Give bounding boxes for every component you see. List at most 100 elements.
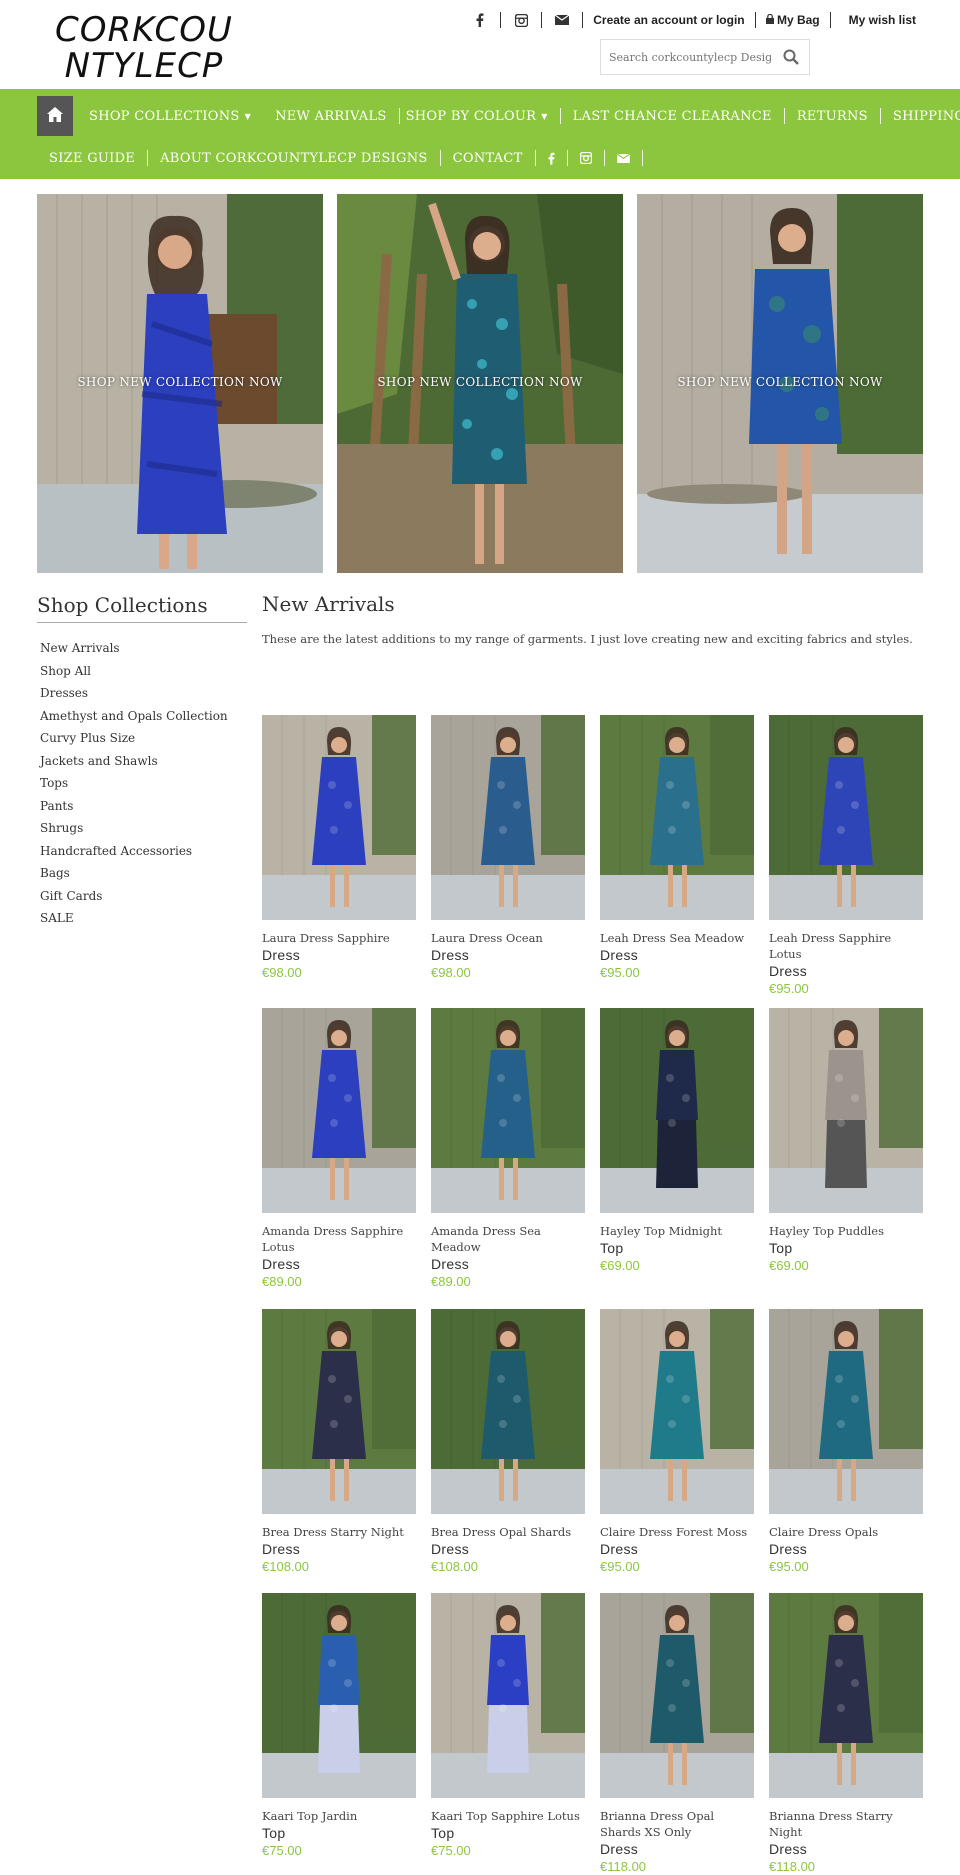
product-image[interactable] (600, 1593, 754, 1798)
account-login-link[interactable]: Create an account or login (589, 13, 748, 27)
product-card[interactable]: Leah Dress Sapphire Lotus Dress €95.00 (769, 715, 923, 996)
product-card[interactable]: Kaari Top Jardin Top €75.00 (262, 1593, 416, 1858)
sidebar-item-sale[interactable]: SALE (40, 907, 228, 930)
product-type: Dress (600, 1841, 639, 1857)
product-name[interactable]: Brea Dress Opal Shards (431, 1524, 585, 1540)
product-card[interactable]: Leah Dress Sea Meadow Dress €95.00 (600, 715, 754, 980)
product-type: Dress (769, 1541, 808, 1557)
hero-cta[interactable]: SHOP NEW COLLECTION NOW (37, 375, 323, 389)
facebook-icon[interactable] (472, 12, 488, 28)
product-card[interactable]: Claire Dress Opals Dress €95.00 (769, 1309, 923, 1574)
product-image[interactable] (431, 715, 585, 920)
nav-divider (566, 150, 568, 166)
my-bag-link[interactable]: My Bag (762, 13, 824, 27)
product-card[interactable]: Amanda Dress Sapphire Lotus Dress €89.00 (262, 1008, 416, 1289)
product-image[interactable] (262, 1593, 416, 1798)
product-name[interactable]: Hayley Top Puddles (769, 1223, 923, 1239)
hero-banner-1[interactable]: SHOP NEW COLLECTION NOW (37, 194, 323, 573)
hero-banner-3[interactable]: SHOP NEW COLLECTION NOW (637, 194, 923, 573)
nav-label: NEW ARRIVALS (275, 108, 387, 124)
product-card[interactable]: Brea Dress Starry Night Dress €108.00 (262, 1309, 416, 1574)
product-name[interactable]: Kaari Top Sapphire Lotus (431, 1808, 585, 1824)
nav-contact[interactable]: CONTACT (441, 151, 535, 166)
product-card[interactable]: Brianna Dress Starry Night Dress €118.00 (769, 1593, 923, 1874)
sidebar-collection-list: New Arrivals Shop All Dresses Amethyst a… (40, 637, 228, 930)
product-name[interactable]: Leah Dress Sapphire Lotus (769, 930, 923, 962)
facebook-icon[interactable] (536, 152, 567, 165)
sidebar-item-bags[interactable]: Bags (40, 862, 228, 885)
product-name[interactable]: Laura Dress Sapphire (262, 930, 416, 946)
product-card[interactable]: Brianna Dress Opal Shards XS Only Dress … (600, 1593, 754, 1874)
email-icon[interactable] (605, 153, 642, 163)
product-image[interactable] (600, 1309, 754, 1514)
hero-cta[interactable]: SHOP NEW COLLECTION NOW (637, 375, 923, 389)
wishlist-link[interactable]: My wish list (837, 13, 920, 27)
product-name[interactable]: Hayley Top Midnight (600, 1223, 754, 1239)
product-image[interactable] (262, 1309, 416, 1514)
product-image[interactable] (431, 1309, 585, 1514)
product-image[interactable] (431, 1593, 585, 1798)
nav-about[interactable]: ABOUT CORKCOUNTYLECP DESIGNS (148, 151, 440, 166)
sidebar-item-accessories[interactable]: Handcrafted Accessories (40, 840, 228, 863)
product-card[interactable]: Laura Dress Ocean Dress €98.00 (431, 715, 585, 980)
nav-size-guide[interactable]: SIZE GUIDE (37, 151, 147, 166)
sidebar-item-amethyst-opals[interactable]: Amethyst and Opals Collection (40, 705, 228, 728)
nav-shop-by-colour[interactable]: SHOP BY COLOUR ▼ (400, 109, 560, 124)
sidebar-item-curvy-plus[interactable]: Curvy Plus Size (40, 727, 228, 750)
sidebar-item-tops[interactable]: Tops (40, 772, 228, 795)
product-image[interactable] (600, 1008, 754, 1213)
sidebar-item-shrugs[interactable]: Shrugs (40, 817, 228, 840)
sidebar-item-new-arrivals[interactable]: New Arrivals (40, 637, 228, 660)
sidebar-item-gift-cards[interactable]: Gift Cards (40, 885, 228, 908)
product-price: €75.00 (262, 1843, 302, 1858)
product-image[interactable] (262, 1008, 416, 1213)
search-icon[interactable] (783, 49, 799, 65)
product-name[interactable]: Kaari Top Jardin (262, 1808, 416, 1824)
product-card[interactable]: Hayley Top Puddles Top €69.00 (769, 1008, 923, 1273)
product-image[interactable] (769, 1593, 923, 1798)
product-card[interactable]: Amanda Dress Sea Meadow Dress €89.00 (431, 1008, 585, 1289)
product-image[interactable] (600, 715, 754, 920)
product-name[interactable]: Brianna Dress Starry Night (769, 1808, 923, 1840)
product-card[interactable]: Brea Dress Opal Shards Dress €108.00 (431, 1309, 585, 1574)
product-image[interactable] (431, 1008, 585, 1213)
product-name[interactable]: Claire Dress Forest Moss (600, 1524, 754, 1540)
nav-label: ABOUT CORKCOUNTYLECP DESIGNS (160, 150, 428, 166)
nav-shipping[interactable]: SHIPPING (881, 109, 960, 124)
hero-banner-2[interactable]: SHOP NEW COLLECTION NOW (337, 194, 623, 573)
product-image[interactable] (769, 1309, 923, 1514)
product-card[interactable]: Kaari Top Sapphire Lotus Top €75.00 (431, 1593, 585, 1858)
nav-returns[interactable]: RETURNS (785, 109, 880, 124)
site-logo[interactable]: CORKCOU NTYLECP (54, 12, 234, 84)
instagram-icon[interactable] (513, 12, 529, 28)
home-button[interactable] (37, 96, 73, 136)
nav-last-chance-clearance[interactable]: LAST CHANCE CLEARANCE (561, 109, 784, 124)
product-type: Dress (431, 1541, 470, 1557)
nav-new-arrivals[interactable]: NEW ARRIVALS (263, 109, 399, 124)
hero-cta[interactable]: SHOP NEW COLLECTION NOW (337, 375, 623, 389)
sidebar-item-shop-all[interactable]: Shop All (40, 660, 228, 683)
product-name[interactable]: Brianna Dress Opal Shards XS Only (600, 1808, 754, 1840)
product-name[interactable]: Leah Dress Sea Meadow (600, 930, 754, 946)
product-image[interactable] (769, 715, 923, 920)
instagram-icon[interactable] (568, 152, 604, 164)
product-card[interactable]: Laura Dress Sapphire Dress €98.00 (262, 715, 416, 980)
sidebar-item-dresses[interactable]: Dresses (40, 682, 228, 705)
product-image[interactable] (769, 1008, 923, 1213)
product-card[interactable]: Hayley Top Midnight Top €69.00 (600, 1008, 754, 1273)
nav-shop-collections[interactable]: SHOP COLLECTIONS ▼ (77, 109, 263, 124)
product-name[interactable]: Laura Dress Ocean (431, 930, 585, 946)
nav-divider (147, 150, 149, 166)
product-name[interactable]: Amanda Dress Sapphire Lotus (262, 1223, 416, 1255)
search-input[interactable] (601, 40, 771, 74)
product-name[interactable]: Amanda Dress Sea Meadow (431, 1223, 585, 1255)
search-box (600, 39, 810, 75)
site-header: CORKCOU NTYLECP Create an account or log… (0, 0, 960, 89)
product-card[interactable]: Claire Dress Forest Moss Dress €95.00 (600, 1309, 754, 1574)
email-icon[interactable] (554, 12, 570, 28)
sidebar-item-jackets-shawls[interactable]: Jackets and Shawls (40, 750, 228, 773)
product-name[interactable]: Claire Dress Opals (769, 1524, 923, 1540)
product-image[interactable] (262, 715, 416, 920)
sidebar-item-pants[interactable]: Pants (40, 795, 228, 818)
product-name[interactable]: Brea Dress Starry Night (262, 1524, 416, 1540)
